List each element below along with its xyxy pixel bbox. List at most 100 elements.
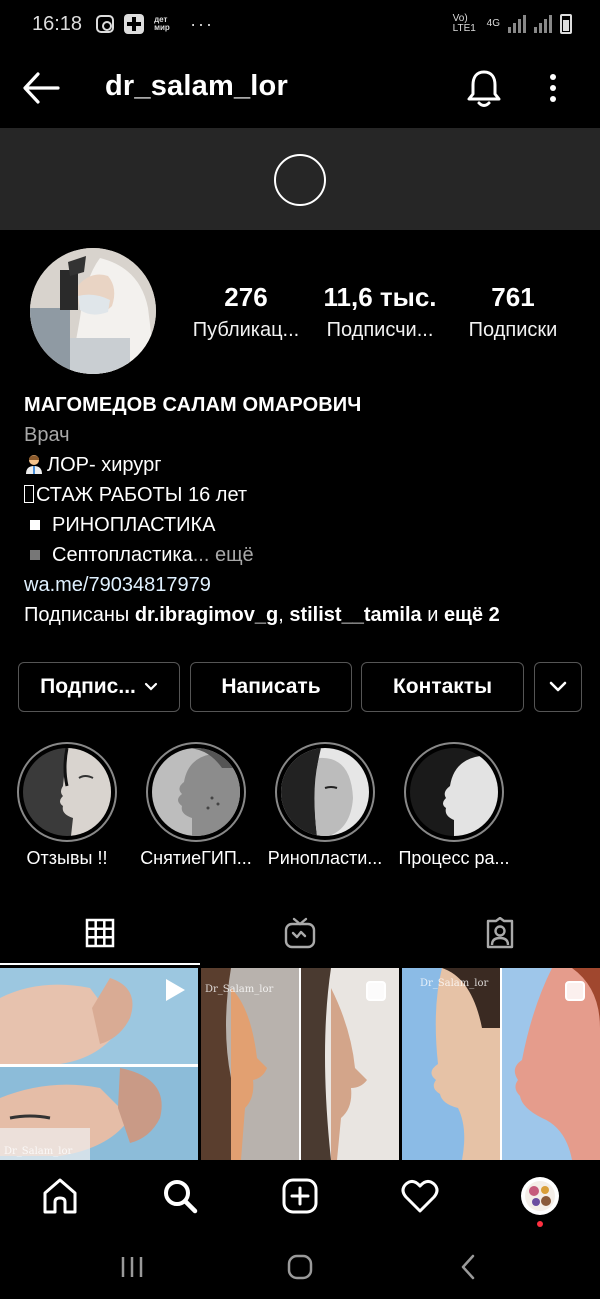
instagram-icon <box>96 15 115 33</box>
home-circle-icon <box>287 1254 313 1280</box>
carousel-icon <box>565 981 585 1001</box>
post-thumbnail-video[interactable]: Dr_Salam_lor <box>0 968 198 1160</box>
message-button[interactable]: Написать <box>190 662 352 712</box>
arrow-left-icon <box>23 72 60 104</box>
bio-line-experience: СТАЖ РАБОТЫ 16 лет <box>24 480 584 510</box>
white-square-icon <box>30 519 40 530</box>
add-post-icon <box>282 1178 318 1214</box>
subscribed-label: Подпис... <box>40 675 136 698</box>
highlight-cover-image <box>152 748 240 836</box>
recent-apps-icon <box>121 1257 143 1277</box>
contacts-label: Контакты <box>392 675 493 698</box>
chevron-down-icon <box>144 682 157 691</box>
followed-by-line[interactable]: Подписаны dr.ibragimov_g, stilist__tamil… <box>24 600 584 630</box>
highlight-process[interactable]: Процесс ра... <box>394 742 514 869</box>
search-icon <box>164 1180 198 1214</box>
detmir-icon: дет мир <box>154 15 170 32</box>
bottom-navigation <box>0 1160 600 1232</box>
tab-grid[interactable] <box>0 900 200 966</box>
heart-icon <box>401 1179 439 1213</box>
back-system-button[interactable] <box>453 1252 483 1282</box>
bio-line1-text: ЛОР- хирург <box>47 454 162 476</box>
status-time: 16:18 <box>32 12 83 35</box>
active-tab-indicator <box>0 963 200 965</box>
followed-by-prefix: Подписаны <box>24 604 135 626</box>
highlight-label: СнятиеГИП... <box>140 848 252 868</box>
subscribed-button[interactable]: Подпис... <box>18 662 180 712</box>
profile-avatar-icon <box>521 1177 559 1215</box>
network-type: 4G <box>486 18 500 29</box>
tab-igtv[interactable] <box>200 900 400 966</box>
profile-full-name: МАГОМЕДОВ САЛАМ ОМАРОВИЧ <box>24 394 362 416</box>
followed-and: и <box>421 604 444 626</box>
home-system-button[interactable] <box>285 1252 315 1282</box>
more-options-button[interactable] <box>540 70 566 106</box>
nav-home[interactable] <box>40 1176 80 1216</box>
following-count-stat[interactable]: 761 Подписки <box>458 282 568 342</box>
suggestions-loading-area <box>0 128 600 230</box>
doctor-emoji-icon <box>26 455 42 474</box>
highlight-reviews[interactable]: Отзывы !! <box>7 742 127 869</box>
profile-username-title: dr_salam_lor <box>105 70 288 102</box>
followed-by-more[interactable]: ещё 2 <box>444 604 500 626</box>
bio-website-link[interactable]: wa.me/79034817979 <box>24 570 584 600</box>
bio-more-link[interactable]: ... ещё <box>193 544 254 566</box>
chevron-left-icon <box>461 1254 475 1280</box>
unknown-glyph-icon <box>24 485 34 503</box>
contacts-button[interactable]: Контакты <box>361 662 524 712</box>
bio-line-septoplasty: Септопластика... ещё <box>24 540 584 570</box>
nav-search[interactable] <box>160 1176 200 1216</box>
highlight-cover-image <box>23 748 111 836</box>
profile-category: Врач <box>24 424 70 446</box>
post-watermark: Dr_Salam_lor <box>205 984 274 995</box>
status-bar: 16:18 дет мир ··· Vo) LTE1 4G <box>0 0 600 48</box>
posts-label: Публикац... <box>192 319 300 341</box>
following-label: Подписки <box>468 319 558 341</box>
bell-icon <box>467 70 501 107</box>
bio-line-rhinoplasty: РИНОПЛАСТИКА <box>24 510 584 540</box>
more-vertical-icon <box>550 74 556 102</box>
nav-new-post[interactable] <box>280 1176 320 1216</box>
tab-tagged[interactable] <box>400 900 600 966</box>
suggested-accounts-button[interactable] <box>534 662 582 712</box>
carousel-icon <box>366 981 386 1001</box>
nav-activity[interactable] <box>400 1176 440 1216</box>
highlight-cover-image <box>281 748 369 836</box>
post-watermark: Dr_Salam_lor <box>4 1146 73 1157</box>
highlight-rhinoplasty[interactable]: Ринопласти... <box>265 742 385 869</box>
bio-line3-text: РИНОПЛАСТИКА <box>52 514 216 536</box>
highlight-label: Ринопласти... <box>267 848 383 868</box>
signal-2-icon <box>534 15 552 33</box>
following-count: 761 <box>491 282 535 312</box>
bio-line4-text: Септопластика <box>52 544 193 566</box>
posts-count-stat[interactable]: 276 Публикац... <box>188 282 304 342</box>
loading-spinner-icon <box>274 154 326 206</box>
followed-separator: , <box>278 604 290 626</box>
post-watermark: Dr_Salam_lor <box>420 978 489 989</box>
notifications-button[interactable] <box>466 68 502 108</box>
highlight-cast-removal[interactable]: СнятиеГИП... <box>136 742 256 869</box>
followers-label: Подписчи... <box>326 319 434 341</box>
chevron-down-icon <box>549 681 567 692</box>
post-thumbnail-carousel[interactable]: Dr_Salam_lor <box>402 968 600 1160</box>
system-navigation-bar <box>0 1232 600 1299</box>
profile-avatar[interactable] <box>30 248 156 374</box>
followed-by-user-1[interactable]: dr.ibragimov_g <box>135 604 278 626</box>
post-thumbnail-carousel[interactable]: Dr_Salam_lor <box>201 968 399 1160</box>
followers-count: 11,6 тыс. <box>323 282 437 312</box>
home-icon <box>43 1178 77 1214</box>
nav-profile[interactable] <box>520 1176 560 1227</box>
highlight-cover-image <box>410 748 498 836</box>
notification-dot <box>537 1221 543 1227</box>
app-notification-icon <box>124 14 145 34</box>
igtv-icon <box>284 917 316 949</box>
back-button[interactable] <box>22 70 60 106</box>
message-label: Написать <box>221 675 321 698</box>
followers-count-stat[interactable]: 11,6 тыс. Подписчи... <box>316 282 444 342</box>
avatar-photo <box>30 248 156 374</box>
profile-bio: МАГОМЕДОВ САЛАМ ОМАРОВИЧ Врач ЛОР- хирур… <box>24 390 584 630</box>
recent-apps-button[interactable] <box>117 1252 147 1282</box>
highlight-label: Отзывы !! <box>26 848 108 868</box>
followed-by-user-2[interactable]: stilist__tamila <box>289 604 421 626</box>
more-notifications-icon: ··· <box>190 13 215 34</box>
